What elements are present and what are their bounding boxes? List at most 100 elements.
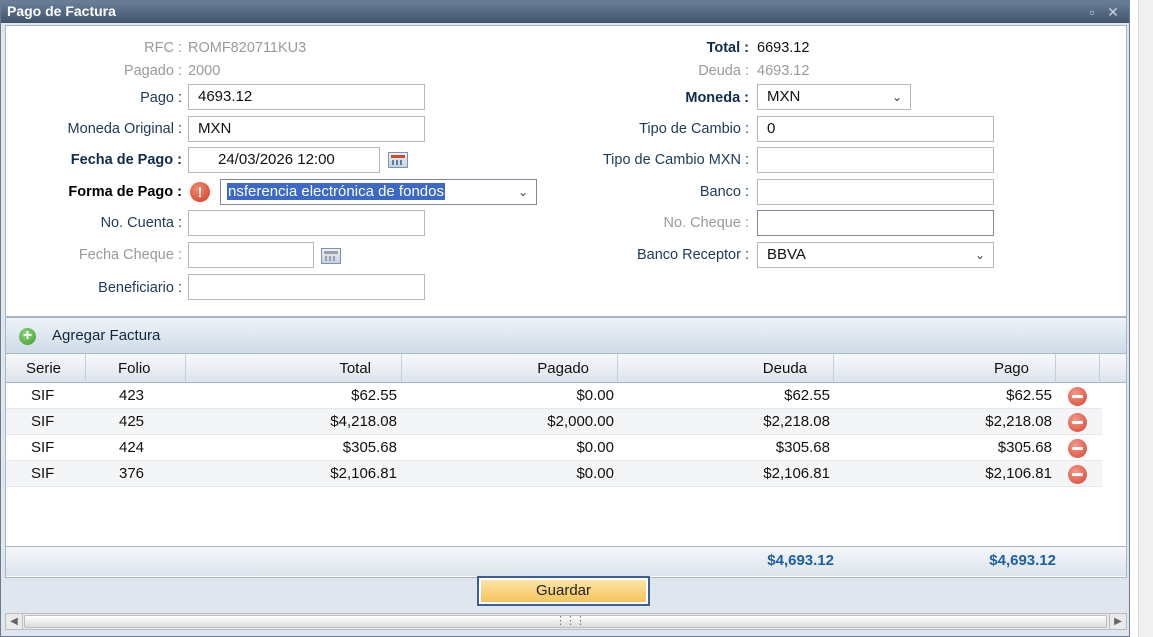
maximize-icon[interactable]: ▫ [1084, 4, 1100, 20]
column-header-serie[interactable]: Serie [6, 354, 86, 383]
column-header-pago[interactable]: Pago [834, 354, 1056, 383]
tipo-cambio-input[interactable]: 0 [757, 116, 994, 142]
fecha-cheque-input[interactable] [188, 242, 314, 268]
chevron-down-icon[interactable]: ⌄ [975, 248, 985, 262]
cell-serie: SIF [31, 387, 55, 404]
calendar-icon-disabled[interactable] [321, 248, 341, 264]
cell-pago: $2,106.81 [985, 465, 1052, 482]
cell-pagado: $0.00 [576, 387, 614, 404]
grip-icon: ⋮⋮⋮ [555, 615, 586, 627]
beneficiario-label: Beneficiario : [98, 280, 182, 296]
app-root: Pago de Factura ▫ ✕ RFC : ROMF820711KU3 … [0, 0, 1153, 637]
cell-folio: 423 [119, 387, 145, 404]
window-titlebar[interactable]: Pago de Factura ▫ ✕ [1, 1, 1129, 23]
cell-folio: 425 [119, 413, 145, 430]
tipo-cambio-label: Tipo de Cambio : [639, 121, 749, 137]
cell-folio: 376 [119, 465, 145, 482]
scroll-left-icon[interactable]: ◀ [6, 614, 23, 629]
column-header-folio[interactable]: Folio [86, 354, 186, 383]
table-row[interactable]: SIF 424 $305.68 $0.00 $305.68 $305.68 [6, 435, 1102, 461]
summary-pago: $4,693.12 [989, 552, 1056, 569]
rfc-label: RFC : [144, 40, 182, 56]
deuda-value: 4693.12 [757, 63, 810, 79]
pagado-value: 2000 [188, 63, 221, 79]
window-title: Pago de Factura [7, 3, 116, 19]
total-value: 6693.12 [757, 40, 810, 56]
save-button[interactable]: Guardar [477, 576, 650, 606]
forma-pago-select[interactable]: nsferencia electrónica de fondos ⌄ [220, 179, 537, 205]
column-header-pagado[interactable]: Pagado [402, 354, 618, 383]
no-cuenta-input[interactable] [188, 210, 425, 236]
cell-deuda: $2,218.08 [763, 413, 830, 430]
table-row[interactable]: SIF 425 $4,218.08 $2,000.00 $2,218.08 $2… [6, 409, 1102, 435]
page-scroll-strip [1138, 0, 1153, 637]
moneda-original-input[interactable]: MXN [188, 116, 425, 142]
scroll-right-icon[interactable]: ▶ [1109, 614, 1126, 629]
payment-form: RFC : ROMF820711KU3 Pagado : 2000 Pago :… [5, 25, 1127, 317]
cell-total: $4,218.08 [330, 413, 397, 430]
cell-deuda: $305.68 [775, 439, 830, 456]
table-row[interactable]: SIF 376 $2,106.81 $0.00 $2,106.81 $2,106… [6, 461, 1102, 487]
chevron-down-icon[interactable]: ⌄ [517, 185, 528, 199]
add-icon[interactable]: + [19, 328, 36, 345]
table-row[interactable]: SIF 423 $62.55 $0.00 $62.55 $62.55 [6, 383, 1102, 409]
summary-deuda: $4,693.12 [767, 552, 834, 569]
remove-icon[interactable] [1068, 413, 1087, 432]
column-header-deuda[interactable]: Deuda [618, 354, 834, 383]
pago-input[interactable]: 4693.12 [188, 84, 425, 110]
beneficiario-input[interactable] [188, 274, 425, 300]
fecha-pago-label: Fecha de Pago : [70, 152, 182, 168]
fecha-pago-input[interactable]: 24/03/2026 12:00 [188, 147, 380, 173]
cell-total: $305.68 [342, 439, 397, 456]
pago-label: Pago : [140, 90, 182, 106]
add-invoice-button[interactable]: Agregar Factura [52, 327, 160, 344]
cell-pagado: $0.00 [576, 465, 614, 482]
no-cheque-input[interactable] [757, 210, 994, 236]
grid-header: Serie Folio Total Pagado Deuda Pago [6, 354, 1126, 383]
deuda-label: Deuda : [698, 63, 749, 79]
forma-pago-select-value: nsferencia electrónica de fondos [227, 183, 445, 200]
tipo-cambio-mxn-label: Tipo de Cambio MXN : [602, 152, 749, 168]
cell-folio: 424 [119, 439, 145, 456]
horizontal-scrollbar[interactable]: ◀ ⋮⋮⋮ ▶ [5, 613, 1127, 630]
moneda-original-input-value: MXN [198, 120, 232, 137]
payment-window: Pago de Factura ▫ ✕ RFC : ROMF820711KU3 … [0, 0, 1130, 637]
calendar-icon[interactable] [388, 152, 408, 168]
grid-summary-row: $4,693.12 $4,693.12 [6, 546, 1126, 576]
cell-serie: SIF [31, 413, 55, 430]
cell-pagado: $0.00 [576, 439, 614, 456]
cell-deuda: $2,106.81 [763, 465, 830, 482]
no-cuenta-label: No. Cuenta : [100, 215, 182, 231]
grid-toolbar: + Agregar Factura [5, 317, 1127, 353]
remove-icon[interactable] [1068, 465, 1087, 484]
remove-icon[interactable] [1068, 387, 1087, 406]
cell-pago: $2,218.08 [985, 413, 1052, 430]
column-header-actions [1056, 354, 1100, 383]
tipo-cambio-mxn-input[interactable] [757, 147, 994, 173]
cell-pago: $305.68 [997, 439, 1052, 456]
column-header-total[interactable]: Total [186, 354, 402, 383]
remove-icon[interactable] [1068, 439, 1087, 458]
fecha-cheque-label: Fecha Cheque : [78, 247, 182, 263]
cell-deuda: $62.55 [784, 387, 830, 404]
total-label: Total : [706, 40, 749, 56]
pago-input-value: 4693.12 [198, 88, 253, 105]
moneda-original-label: Moneda Original : [67, 121, 182, 137]
cell-serie: SIF [31, 465, 55, 482]
banco-input[interactable] [757, 179, 994, 205]
moneda-select[interactable]: MXN ⌄ [757, 84, 911, 110]
chevron-down-icon[interactable]: ⌄ [892, 90, 902, 104]
scrollbar-thumb[interactable]: ⋮⋮⋮ [24, 615, 1107, 628]
forma-pago-label: Forma de Pago : [68, 184, 182, 200]
rfc-value: ROMF820711KU3 [188, 40, 307, 56]
banco-receptor-select-value: BBVA [767, 246, 806, 263]
banco-label: Banco : [699, 184, 749, 200]
no-cheque-label: No. Cheque : [663, 215, 749, 231]
moneda-select-value: MXN [767, 88, 801, 105]
close-icon[interactable]: ✕ [1105, 4, 1121, 20]
cell-total: $2,106.81 [330, 465, 397, 482]
banco-receptor-select[interactable]: BBVA ⌄ [757, 242, 994, 268]
tipo-cambio-input-value: 0 [767, 120, 776, 137]
save-button-label: Guardar [481, 580, 646, 602]
cell-serie: SIF [31, 439, 55, 456]
